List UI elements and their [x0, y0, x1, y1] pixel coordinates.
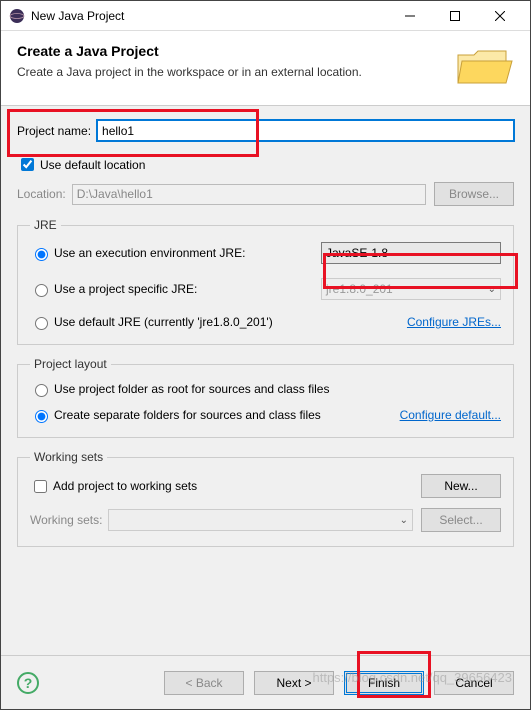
jre-group: JRE Use an execution environment JRE: Ja… — [17, 218, 514, 345]
jre-legend: JRE — [30, 218, 61, 232]
browse-button: Browse... — [434, 182, 514, 206]
layout-separate-radio[interactable] — [35, 410, 48, 423]
select-working-set-button: Select... — [421, 508, 501, 532]
layout-separate-label: Create separate folders for sources and … — [54, 408, 394, 422]
chevron-down-icon: ⌄ — [488, 284, 496, 295]
location-label: Location: — [17, 187, 66, 201]
project-specific-select: jre1.8.0_201 ⌄ — [321, 278, 501, 300]
working-sets-group: Working sets Add project to working sets… — [17, 450, 514, 547]
watermark: https://blog.csdn.net/qq_39656423 — [313, 670, 513, 685]
use-default-location-label: Use default location — [40, 158, 145, 172]
exec-env-select[interactable]: JavaSE-1.8 ⌄ — [321, 242, 501, 264]
add-working-sets-label: Add project to working sets — [53, 479, 415, 493]
help-icon[interactable]: ? — [17, 672, 39, 694]
maximize-button[interactable] — [432, 1, 477, 30]
configure-default-link[interactable]: Configure default... — [400, 408, 501, 422]
eclipse-icon — [9, 8, 25, 24]
wizard-title: Create a Java Project — [17, 43, 454, 59]
working-sets-field-label: Working sets: — [30, 513, 102, 527]
add-working-sets-checkbox[interactable] — [34, 480, 47, 493]
project-name-input[interactable] — [97, 120, 514, 141]
location-input — [72, 184, 426, 205]
layout-root-label: Use project folder as root for sources a… — [54, 382, 329, 396]
working-sets-select: ⌄ — [108, 509, 413, 531]
project-layout-group: Project layout Use project folder as roo… — [17, 357, 514, 438]
project-specific-label: Use a project specific JRE: — [54, 282, 315, 296]
layout-root-radio[interactable] — [35, 384, 48, 397]
folder-icon — [454, 43, 514, 91]
configure-jres-link[interactable]: Configure JREs... — [407, 315, 501, 329]
project-name-label: Project name: — [17, 124, 91, 138]
titlebar: New Java Project — [1, 1, 530, 31]
project-specific-radio[interactable] — [35, 284, 48, 297]
use-default-location-checkbox[interactable] — [21, 158, 34, 171]
wizard-header: Create a Java Project Create a Java proj… — [1, 31, 530, 106]
wizard-subtitle: Create a Java project in the workspace o… — [17, 65, 454, 79]
new-working-set-button[interactable]: New... — [421, 474, 501, 498]
default-jre-radio[interactable] — [35, 317, 48, 330]
exec-env-radio[interactable] — [35, 248, 48, 261]
chevron-down-icon: ⌄ — [488, 248, 496, 259]
minimize-button[interactable] — [387, 1, 432, 30]
close-button[interactable] — [477, 1, 522, 30]
chevron-down-icon: ⌄ — [400, 515, 408, 526]
working-sets-legend: Working sets — [30, 450, 107, 464]
project-layout-legend: Project layout — [30, 357, 111, 371]
back-button: < Back — [164, 671, 244, 695]
exec-env-label: Use an execution environment JRE: — [54, 246, 315, 260]
window-title: New Java Project — [31, 9, 387, 23]
default-jre-label: Use default JRE (currently 'jre1.8.0_201… — [54, 315, 401, 329]
